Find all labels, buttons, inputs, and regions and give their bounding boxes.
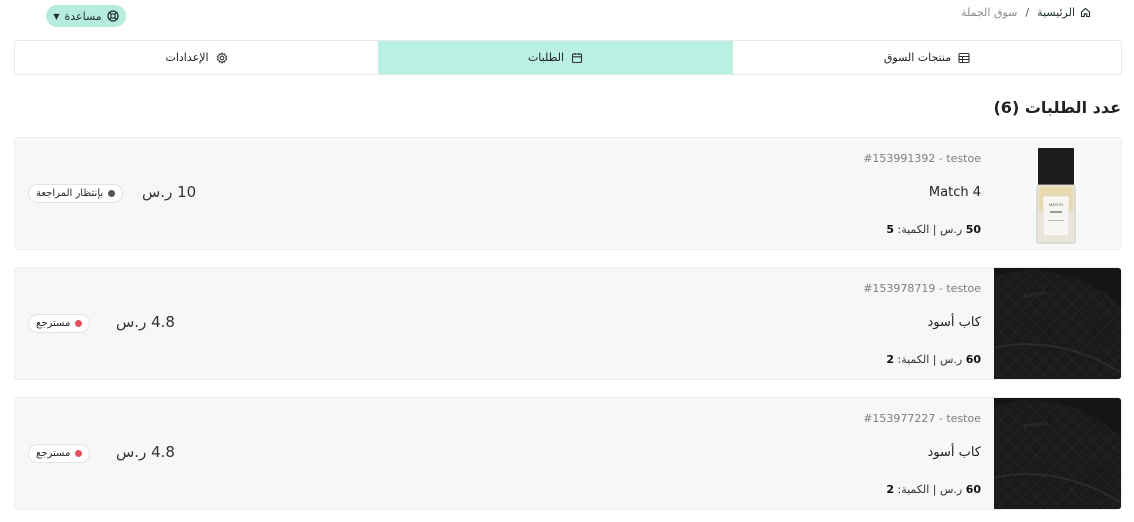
chevron-down-icon: ▼ — [53, 11, 60, 21]
product-name: كاب أسود — [927, 315, 981, 330]
tab-label: منتجات السوق — [883, 51, 952, 64]
order-id: #153977227 - testoe — [863, 412, 981, 425]
product-name: Match 4 — [928, 185, 981, 200]
unit-price: 60 — [965, 353, 981, 366]
status-dot — [75, 450, 83, 457]
order-total: 10 ر.س — [142, 183, 197, 201]
status-label: مسترجع — [36, 318, 71, 329]
status-dot — [75, 320, 83, 327]
order-card[interactable]: EMPORIO #153978719 - testoe كاب أسود 60 … — [14, 267, 1122, 380]
svg-text:MATCH: MATCH — [1049, 202, 1063, 207]
black-cap-image: EMPORIO — [994, 398, 1121, 509]
price-quantity: 60 ر.س | الكمية: 2 — [886, 483, 981, 496]
quantity-value: 2 — [886, 353, 894, 366]
order-info: #153977227 - testoe كاب أسود 60 ر.س | ال… — [681, 398, 981, 509]
order-total: 4.8 ر.س — [116, 443, 175, 461]
breadcrumb-current: سوق الجملة — [961, 6, 1018, 19]
product-thumbnail: MATCH — [994, 138, 1121, 249]
status-badge: مسترجع — [28, 444, 91, 463]
help-label: مساعدة — [64, 9, 102, 23]
price-quantity-label: ر.س | الكمية: — [897, 223, 966, 236]
breadcrumb-separator: / — [1025, 6, 1030, 19]
tab-label: الإعدادات — [165, 51, 209, 64]
price-quantity-label: ر.س | الكمية: — [897, 483, 966, 496]
status-dot — [108, 190, 116, 197]
tab-market-products[interactable]: منتجات السوق — [733, 41, 1121, 74]
order-total: 4.8 ر.س — [116, 313, 175, 331]
product-thumbnail: EMPORIO — [994, 268, 1121, 379]
table-icon — [958, 52, 970, 63]
order-card[interactable]: EMPORIO #153977227 - testoe كاب أسود 60 … — [14, 397, 1122, 510]
quantity-value: 5 — [886, 223, 894, 236]
unit-price: 50 — [965, 223, 981, 236]
status-badge: مسترجع — [28, 314, 91, 333]
lifebuoy-icon — [107, 10, 119, 22]
tab-bar: منتجات السوق الطلبات الإعدادات — [14, 40, 1122, 75]
black-cap-image: EMPORIO — [994, 268, 1121, 379]
gear-icon — [216, 51, 227, 64]
perfume-bottle-image: MATCH — [994, 138, 1121, 249]
breadcrumb: الرئيسية / سوق الجملة — [961, 6, 1091, 19]
order-info: #153978719 - testoe كاب أسود 60 ر.س | ال… — [681, 268, 981, 379]
order-id: #153991392 - testoe — [863, 152, 981, 165]
orders-count-title: عدد الطلبات (6) — [993, 98, 1121, 117]
product-thumbnail: EMPORIO — [994, 398, 1121, 509]
unit-price: 60 — [965, 483, 981, 496]
home-icon — [1080, 7, 1091, 18]
quantity-value: 2 — [886, 483, 894, 496]
order-info: #153991392 - testoe Match 4 50 ر.س | الك… — [681, 138, 981, 249]
breadcrumb-home[interactable]: الرئيسية — [1037, 6, 1091, 19]
calendar-icon — [572, 52, 583, 63]
status-badge: بإنتظار المراجعة — [28, 184, 124, 203]
price-quantity: 60 ر.س | الكمية: 2 — [886, 353, 981, 366]
help-button[interactable]: مساعدة ▼ — [46, 5, 126, 27]
order-card[interactable]: MATCH #153991392 - testoe Match 4 50 ر.س… — [14, 137, 1122, 250]
price-quantity-label: ر.س | الكمية: — [897, 353, 966, 366]
breadcrumb-home-label: الرئيسية — [1037, 6, 1075, 19]
status-label: مسترجع — [36, 448, 71, 459]
status-label: بإنتظار المراجعة — [36, 188, 104, 199]
tab-label: الطلبات — [527, 51, 565, 64]
tab-orders[interactable]: الطلبات — [378, 41, 733, 74]
order-id: #153978719 - testoe — [863, 282, 981, 295]
product-name: كاب أسود — [927, 445, 981, 460]
tab-settings[interactable]: الإعدادات — [15, 41, 378, 74]
price-quantity: 50 ر.س | الكمية: 5 — [886, 223, 981, 236]
